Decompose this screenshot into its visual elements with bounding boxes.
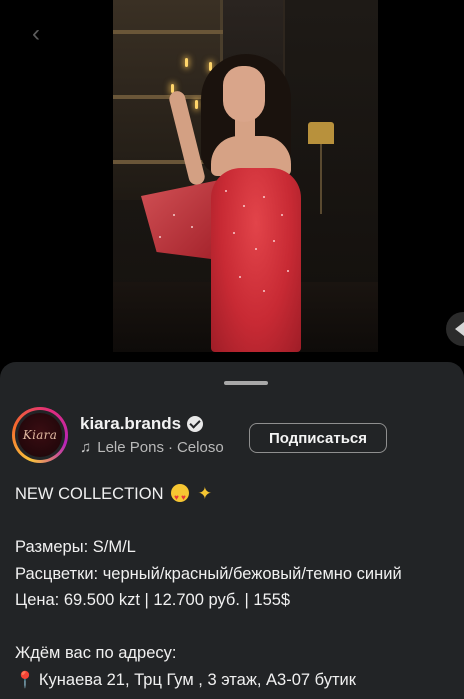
music-info[interactable]: ♫ Lele Pons · Celoso — [80, 439, 224, 456]
music-artist: Lele Pons — [97, 439, 164, 456]
caption-address: Кунаева 21, Трц Гум , 3 этаж, А3-07 бути… — [38, 670, 356, 689]
map-pin-icon: 📍 — [15, 671, 35, 689]
caption-price: Цена: 69.500 kzt | 12.700 руб. | 155$ — [15, 591, 291, 609]
post-caption: NEW COLLECTION ✦ Размеры: S/M/L Расцветк… — [15, 481, 464, 694]
music-separator: · — [167, 439, 173, 456]
music-track: Celoso — [176, 439, 224, 456]
photo-figure-face — [223, 66, 265, 122]
music-note-icon: ♫ — [80, 439, 92, 456]
caption-title-line: NEW COLLECTION ✦ — [15, 481, 464, 512]
follow-button[interactable]: Подписаться — [249, 423, 387, 453]
caption-colors: Расцветки: черный/красный/бежовый/темно … — [15, 564, 402, 583]
caption-address-title: Ждём вас по адресу: — [15, 644, 177, 662]
chevron-left-icon[interactable]: ‹ — [32, 22, 40, 46]
sheet-grabber[interactable] — [224, 381, 268, 385]
post-media[interactable]: ‹ — [0, 0, 464, 362]
post-photo[interactable] — [113, 0, 378, 352]
post-info-sheet: Kiara kiara.brands ♫ Lele Pons · Celoso … — [0, 362, 464, 699]
caption-title: NEW COLLECTION — [15, 485, 164, 503]
photo-lamp — [308, 122, 334, 144]
volume-icon[interactable] — [446, 312, 464, 346]
avatar[interactable]: Kiara — [12, 407, 68, 463]
caption-address-line: 📍 Кунаева 21, Трц Гум , 3 этаж, А3-07 бут… — [15, 667, 464, 695]
username[interactable]: kiara.brands — [80, 414, 181, 434]
sparkles-emoji-icon: ✦ — [197, 484, 212, 503]
photo-red-dress — [211, 168, 301, 352]
username-row: kiara.brands — [80, 414, 204, 434]
avatar-logo: Kiara — [22, 428, 58, 442]
verified-badge-icon — [187, 416, 204, 432]
caption-sizes: Размеры: S/M/L — [15, 538, 136, 556]
heart-eyes-emoji-icon — [171, 484, 190, 512]
